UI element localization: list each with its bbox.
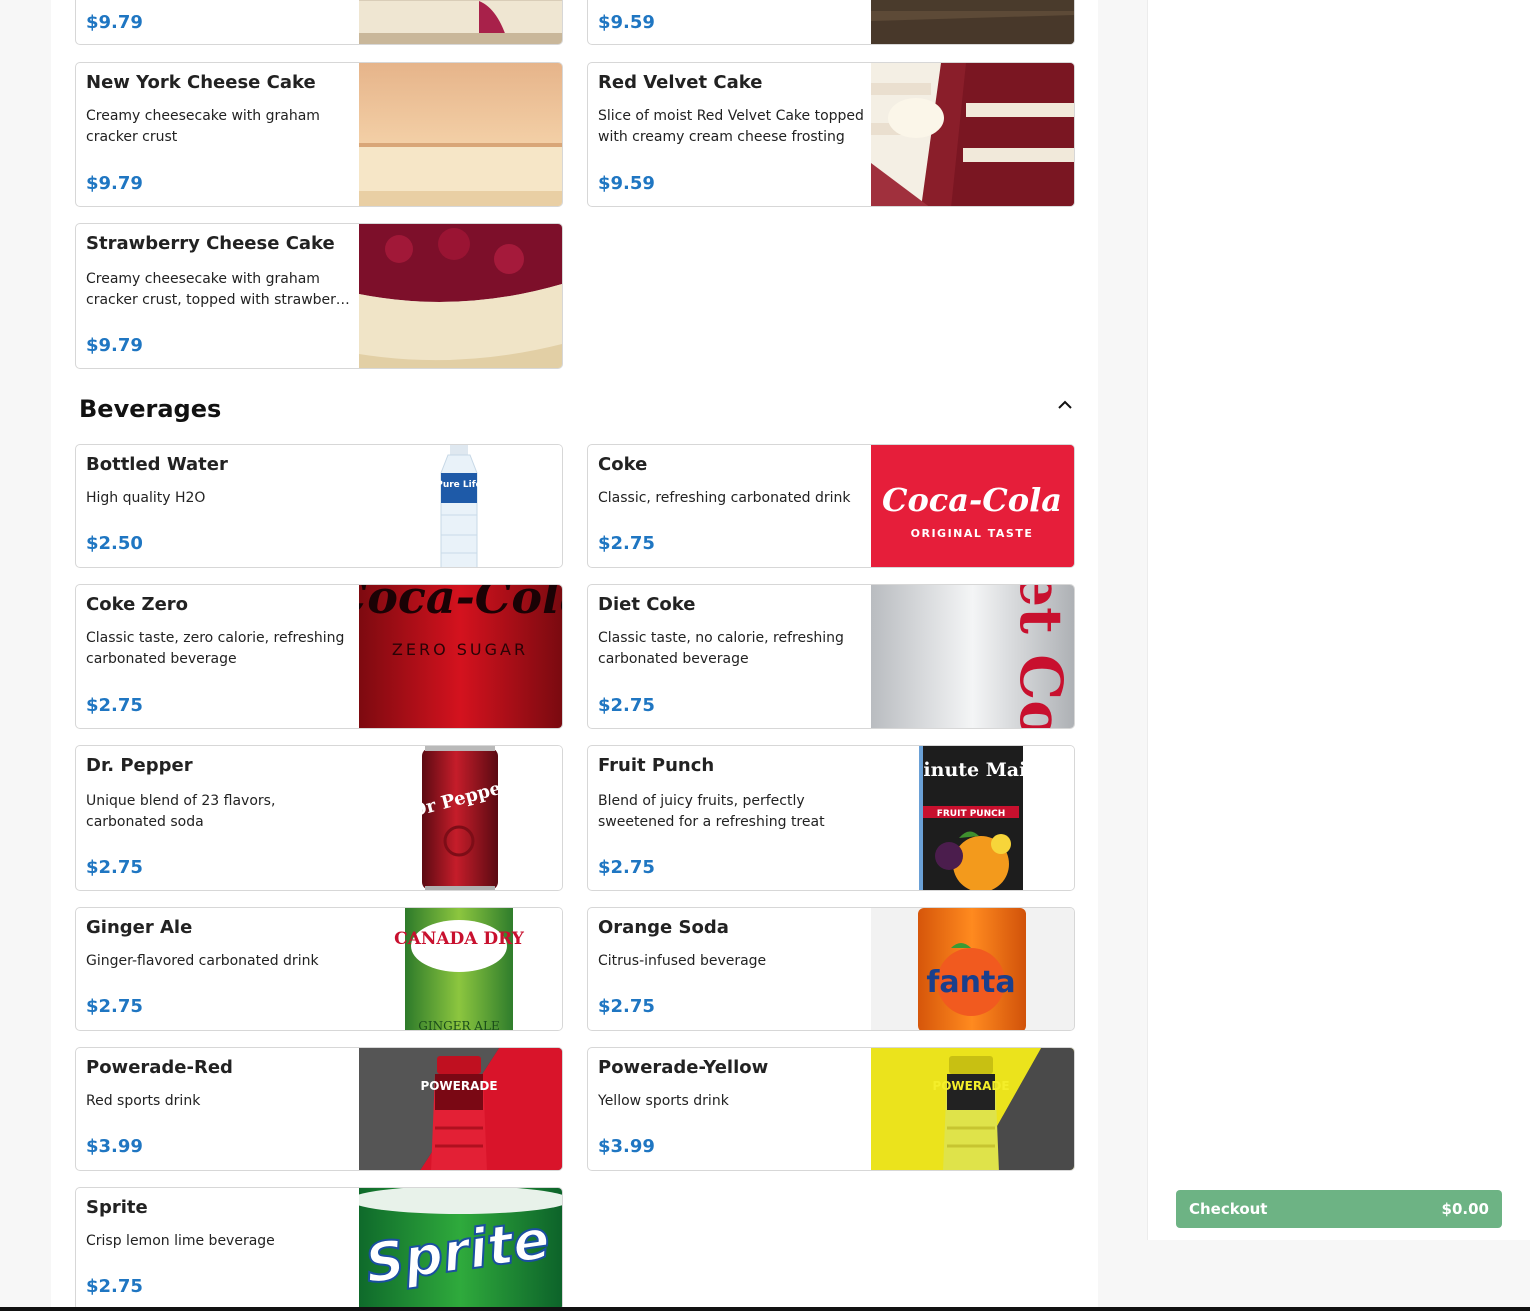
item-price: $9.59	[598, 12, 655, 33]
menu-item-card[interactable]: Coke Classic, refreshing carbonated drin…	[587, 444, 1075, 568]
item-image: fanta	[871, 908, 1074, 1030]
item-name: Sprite	[86, 1197, 148, 1218]
item-price: $2.75	[86, 996, 143, 1017]
item-description: Crisp lemon lime beverage	[86, 1233, 275, 1249]
item-name: Strawberry Cheese Cake	[86, 233, 335, 254]
item-description: Creamy cheesecake with graham cracker cr…	[86, 271, 350, 308]
water-brand: Pure Life	[436, 480, 482, 490]
item-price: $2.75	[598, 695, 655, 716]
item-description: Creamy cheesecake with graham cracker cr…	[86, 108, 320, 145]
item-description: Classic taste, zero calorie, refreshing …	[86, 630, 345, 667]
section-title-beverages: Beverages	[79, 395, 222, 423]
item-name: Coke	[598, 454, 648, 475]
item-price: $9.79	[86, 12, 143, 33]
checkout-button[interactable]: Checkout $0.00	[1176, 1190, 1502, 1228]
item-price: $2.75	[598, 857, 655, 878]
item-description: Classic taste, no calorie, refreshing ca…	[598, 630, 844, 667]
chevron-up-icon[interactable]	[1052, 392, 1078, 416]
coke-zero-label: ZERO SUGAR	[392, 640, 528, 659]
item-price: $3.99	[598, 1136, 655, 1157]
item-price: $3.99	[86, 1136, 143, 1157]
menu-item-card[interactable]: Diet Coke Classic taste, no calorie, ref…	[587, 584, 1075, 729]
item-name: Dr. Pepper	[86, 755, 193, 776]
item-image: Dr Pepper	[359, 746, 562, 890]
menu-item-card[interactable]: Fruit Punch Blend of juicy fruits, perfe…	[587, 745, 1075, 891]
item-name: Powerade-Yellow	[598, 1057, 769, 1078]
menu-item-card[interactable]: $9.59	[587, 0, 1075, 45]
powerade-yellow-logo: POWERADE	[932, 1079, 1009, 1093]
item-image: Coca-Cola ORIGINAL TASTE	[871, 445, 1074, 567]
item-image: Sprite	[359, 1188, 562, 1310]
item-description: Unique blend of 23 flavors, carbonated s…	[86, 793, 276, 830]
item-description: Red sports drink	[86, 1093, 201, 1109]
item-description: Slice of moist Red Velvet Cake topped wi…	[598, 108, 864, 145]
item-name: Powerade-Red	[86, 1057, 233, 1078]
item-name: New York Cheese Cake	[86, 72, 316, 93]
fanta-logo: fanta	[926, 965, 1015, 1000]
item-image: CANADA DRY GINGER ALE	[359, 908, 562, 1030]
item-price: $2.75	[86, 695, 143, 716]
item-name: Orange Soda	[598, 917, 729, 938]
canada-dry-logo: CANADA DRY	[394, 929, 525, 949]
item-name: Diet Coke	[598, 594, 696, 615]
menu-item-card[interactable]: Ginger Ale Ginger-flavored carbonated dr…	[75, 907, 563, 1031]
diet-coke-script: Diet Coke	[1007, 585, 1074, 728]
checkout-label: Checkout	[1189, 1200, 1268, 1218]
item-description: Yellow sports drink	[598, 1093, 729, 1109]
item-image: Pure Life	[359, 445, 562, 567]
item-price: $2.75	[598, 996, 655, 1017]
item-image	[871, 63, 1074, 206]
item-name: Red Velvet Cake	[598, 72, 763, 93]
item-image	[359, 224, 562, 368]
item-price: $9.79	[86, 335, 143, 356]
ginger-ale-label: GINGER ALE	[418, 1019, 499, 1030]
item-image	[871, 0, 1074, 44]
item-image: POWERADE	[871, 1048, 1074, 1170]
item-price: $2.50	[86, 533, 143, 554]
item-image: Coca-Cola ZERO SUGAR	[359, 585, 562, 728]
menu-item-card[interactable]: Coke Zero Classic taste, zero calorie, r…	[75, 584, 563, 729]
menu-item-card[interactable]: Strawberry Cheese Cake Creamy cheesecake…	[75, 223, 563, 369]
item-price: $9.79	[86, 173, 143, 194]
menu-item-card[interactable]: Sprite Crisp lemon lime beverage $2.75 S…	[75, 1187, 563, 1311]
item-name: Bottled Water	[86, 454, 228, 475]
window-bottom-edge	[0, 1307, 1530, 1311]
item-price: $2.75	[598, 533, 655, 554]
item-image	[359, 63, 562, 206]
menu-item-card[interactable]: Red Velvet Cake Slice of moist Red Velve…	[587, 62, 1075, 207]
menu-item-card[interactable]: New York Cheese Cake Creamy cheesecake w…	[75, 62, 563, 207]
coke-zero-script: Coca-Cola	[359, 585, 562, 624]
item-name: Fruit Punch	[598, 755, 715, 776]
item-price: $2.75	[86, 857, 143, 878]
item-description: Ginger-flavored carbonated drink	[86, 953, 319, 969]
item-image: Minute Maid FRUIT PUNCH	[871, 746, 1074, 890]
item-image: Diet Coke	[871, 585, 1074, 728]
coke-logo: Coca-Cola	[882, 481, 1062, 519]
item-description: High quality H2O	[86, 490, 206, 506]
menu-item-card[interactable]: Orange Soda Citrus-infused beverage $2.7…	[587, 907, 1075, 1031]
menu-item-card[interactable]: $9.79	[75, 0, 563, 45]
menu-item-card[interactable]: Bottled Water High quality H2O $2.50 Pur…	[75, 444, 563, 568]
item-description: Blend of juicy fruits, perfectly sweeten…	[598, 793, 825, 830]
item-name: Ginger Ale	[86, 917, 193, 938]
powerade-red-logo: POWERADE	[420, 1079, 497, 1093]
item-image	[359, 0, 562, 44]
fruit-punch-label: FRUIT PUNCH	[937, 809, 1006, 819]
item-name: Coke Zero	[86, 594, 189, 615]
menu-item-card[interactable]: Powerade-Red Red sports drink $3.99 POWE…	[75, 1047, 563, 1171]
item-price: $9.59	[598, 173, 655, 194]
cart-total: $0.00	[1441, 1200, 1489, 1218]
coke-tagline: ORIGINAL TASTE	[911, 527, 1034, 540]
cart-panel	[1147, 0, 1530, 1240]
item-image: POWERADE	[359, 1048, 562, 1170]
item-price: $2.75	[86, 1276, 143, 1297]
menu-item-card[interactable]: Powerade-Yellow Yellow sports drink $3.9…	[587, 1047, 1075, 1171]
menu-item-card[interactable]: Dr. Pepper Unique blend of 23 flavors, c…	[75, 745, 563, 891]
item-description: Classic, refreshing carbonated drink	[598, 490, 851, 506]
item-description: Citrus-infused beverage	[598, 953, 767, 969]
